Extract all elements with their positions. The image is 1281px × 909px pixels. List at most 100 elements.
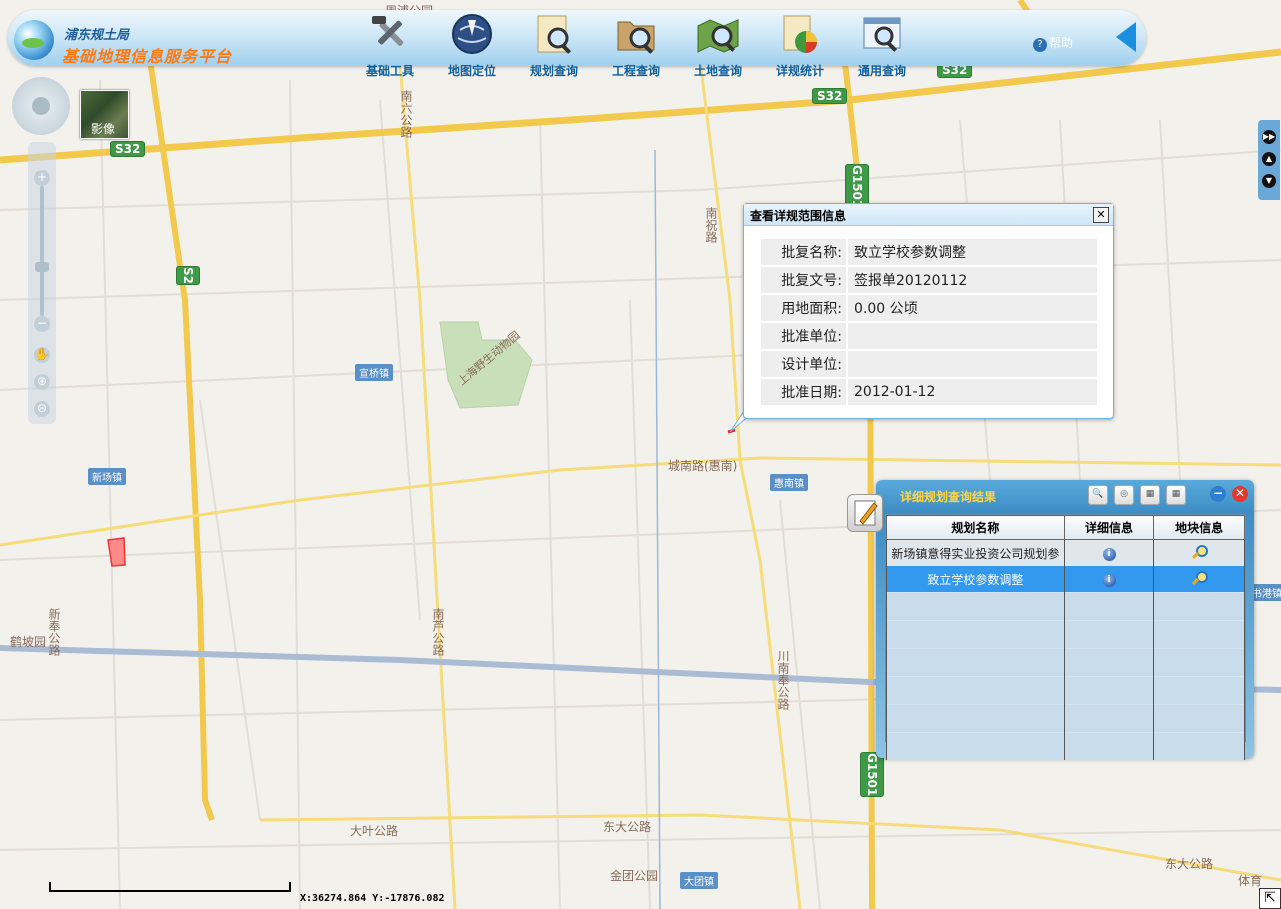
info-row: 设计单位: [761, 351, 1097, 377]
pie-chart-icon [783, 15, 817, 53]
magnifier-icon[interactable] [1191, 544, 1209, 560]
platform-title: 基础地理信息服务平台 [62, 47, 233, 66]
empty-row [886, 676, 1245, 705]
close-panel-icon[interactable]: ✕ [1232, 486, 1248, 502]
notepad-glyph [854, 500, 878, 526]
pan-hand-icon[interactable]: ✋ [34, 347, 50, 363]
minimize-icon[interactable]: − [1210, 486, 1226, 502]
detail-info-cell[interactable]: i [1063, 539, 1155, 566]
empty-row [886, 732, 1245, 760]
plan-search-icon [537, 15, 572, 54]
zoom-slider[interactable]: + − ✋ ⊕ ⊖ [28, 142, 56, 424]
info-value [848, 351, 1097, 377]
tool-plan-query[interactable]: 规划查询 [514, 12, 594, 79]
town-label: 鹤坡园 [10, 635, 47, 649]
project-search-icon [617, 21, 655, 54]
side-panel-controls: ▶▶ ▲ ▼ [1258, 120, 1280, 200]
general-search-icon [863, 17, 901, 52]
tool-land-query[interactable]: 土地查询 [678, 12, 758, 79]
info-value: 致立学校参数调整 [848, 239, 1097, 265]
plan-name-cell: 致立学校参数调整 [886, 566, 1065, 593]
info-value: 2012-01-12 [848, 379, 1097, 405]
popup-title: 查看详规范围信息 [750, 209, 847, 223]
org-name: 浦东规土局 [64, 28, 130, 43]
imagery-layer-toggle[interactable]: 影像 [80, 90, 129, 139]
road-shield: S2 [176, 266, 200, 285]
table-row-selected[interactable]: 致立学校参数调整 i [886, 566, 1245, 593]
pan-center-icon [32, 97, 50, 115]
pan-control[interactable] [12, 77, 70, 135]
zoom-handle[interactable] [35, 262, 49, 272]
detail-info-cell[interactable]: i [1063, 566, 1155, 593]
info-icon[interactable]: i [1102, 574, 1116, 587]
magnifier-icon[interactable] [1191, 570, 1209, 586]
tool-label: 通用查询 [857, 64, 906, 78]
road-label: 城南路(惠南) [668, 459, 738, 473]
info-row: 批准日期: 2012-01-12 [761, 379, 1097, 405]
town-label: 体育 [1238, 874, 1263, 888]
info-row: 批准单位: [761, 323, 1097, 349]
info-row: 批复名称: 致立学校参数调整 [761, 239, 1097, 265]
road-label: 南芦公路 [431, 608, 445, 656]
info-row: 用地面积: 0.00 公顷 [761, 295, 1097, 321]
popup-info-table: 批复名称: 致立学校参数调整 批复文号: 签报单20120112 用地面积: 0.00… [761, 237, 1097, 407]
road-label: 南六公路 [399, 90, 413, 138]
search-results-icon[interactable]: 🔍 [1088, 485, 1108, 505]
town-label: 惠南镇 [770, 474, 808, 491]
zoom-out-icon[interactable]: − [34, 316, 50, 332]
info-key: 设计单位: [761, 351, 848, 377]
map-canvas[interactable] [0, 0, 1281, 909]
globe-zoom-icon[interactable]: ◎ [1114, 485, 1134, 505]
tool-map-locate[interactable]: 地图定位 [432, 12, 512, 79]
top-toolbar: 浦东规土局 基础地理信息服务平台 基础工具 地图定位 规划查询 工程查询 土地查… [8, 10, 1146, 78]
tool-project-query[interactable]: 工程查询 [596, 12, 676, 79]
tool-label: 土地查询 [693, 64, 742, 78]
road-label: 东大公路 [603, 820, 652, 834]
calendar-search-icon[interactable]: ▦ [1140, 485, 1160, 505]
expand-panel-icon[interactable]: ▶▶ [1262, 130, 1276, 144]
zoom-out-tool-icon[interactable]: ⊖ [34, 401, 50, 417]
town-label: 新场镇 [88, 468, 126, 485]
tool-label: 基础工具 [365, 64, 414, 78]
help-icon: ? [1033, 38, 1047, 52]
results-title: 详细规划查询结果 [900, 490, 997, 504]
help-label: 帮助 [1049, 36, 1074, 50]
road-label: 南祝路 [704, 207, 718, 243]
zoom-in-icon[interactable]: + [34, 170, 50, 186]
move-down-icon[interactable]: ▼ [1262, 174, 1276, 188]
road-shield: S32 [110, 141, 146, 157]
tools-icon [372, 16, 404, 46]
parcel-info-cell[interactable] [1153, 566, 1245, 593]
logo-globe-icon [14, 20, 54, 60]
road-label: 东大公路 [1165, 857, 1214, 871]
tool-general-query[interactable]: 通用查询 [842, 12, 922, 79]
info-key: 批准单位: [761, 323, 848, 349]
collapse-toolbar-arrow-icon[interactable] [1116, 22, 1136, 52]
empty-row [886, 704, 1245, 733]
zoom-track[interactable] [40, 186, 44, 316]
tool-label: 地图定位 [447, 64, 496, 78]
town-label: 大团镇 [680, 872, 718, 889]
road-label: 大叶公路 [350, 824, 399, 838]
info-key: 批复名称: [761, 239, 848, 265]
calendar-export-icon[interactable]: ▦ [1166, 485, 1186, 505]
table-row[interactable]: 新场镇意得实业投资公司规划参 i [886, 539, 1245, 566]
info-key: 批准日期: [761, 379, 848, 405]
zoom-in-tool-icon[interactable]: ⊕ [34, 374, 50, 390]
scale-bar [49, 882, 291, 892]
tool-basic-tools[interactable]: 基础工具 [350, 12, 430, 79]
column-header: 规划名称 [886, 515, 1065, 540]
help-link[interactable]: ? 帮助 [1033, 34, 1073, 52]
empty-row [886, 648, 1245, 677]
plan-name-cell: 新场镇意得实业投资公司规划参 [886, 539, 1065, 566]
empty-row [886, 620, 1245, 649]
imagery-label: 影像 [91, 122, 116, 136]
move-up-icon[interactable]: ▲ [1262, 152, 1276, 166]
close-icon[interactable]: ✕ [1093, 207, 1109, 223]
parcel-info-cell[interactable] [1153, 539, 1245, 566]
tool-detail-statistics[interactable]: 详规统计 [760, 12, 840, 79]
info-key: 批复文号: [761, 267, 848, 293]
notepad-edit-icon[interactable] [847, 494, 883, 532]
expand-corner-arrow-icon[interactable]: ⇱ [1259, 888, 1281, 909]
info-icon[interactable]: i [1102, 548, 1116, 561]
